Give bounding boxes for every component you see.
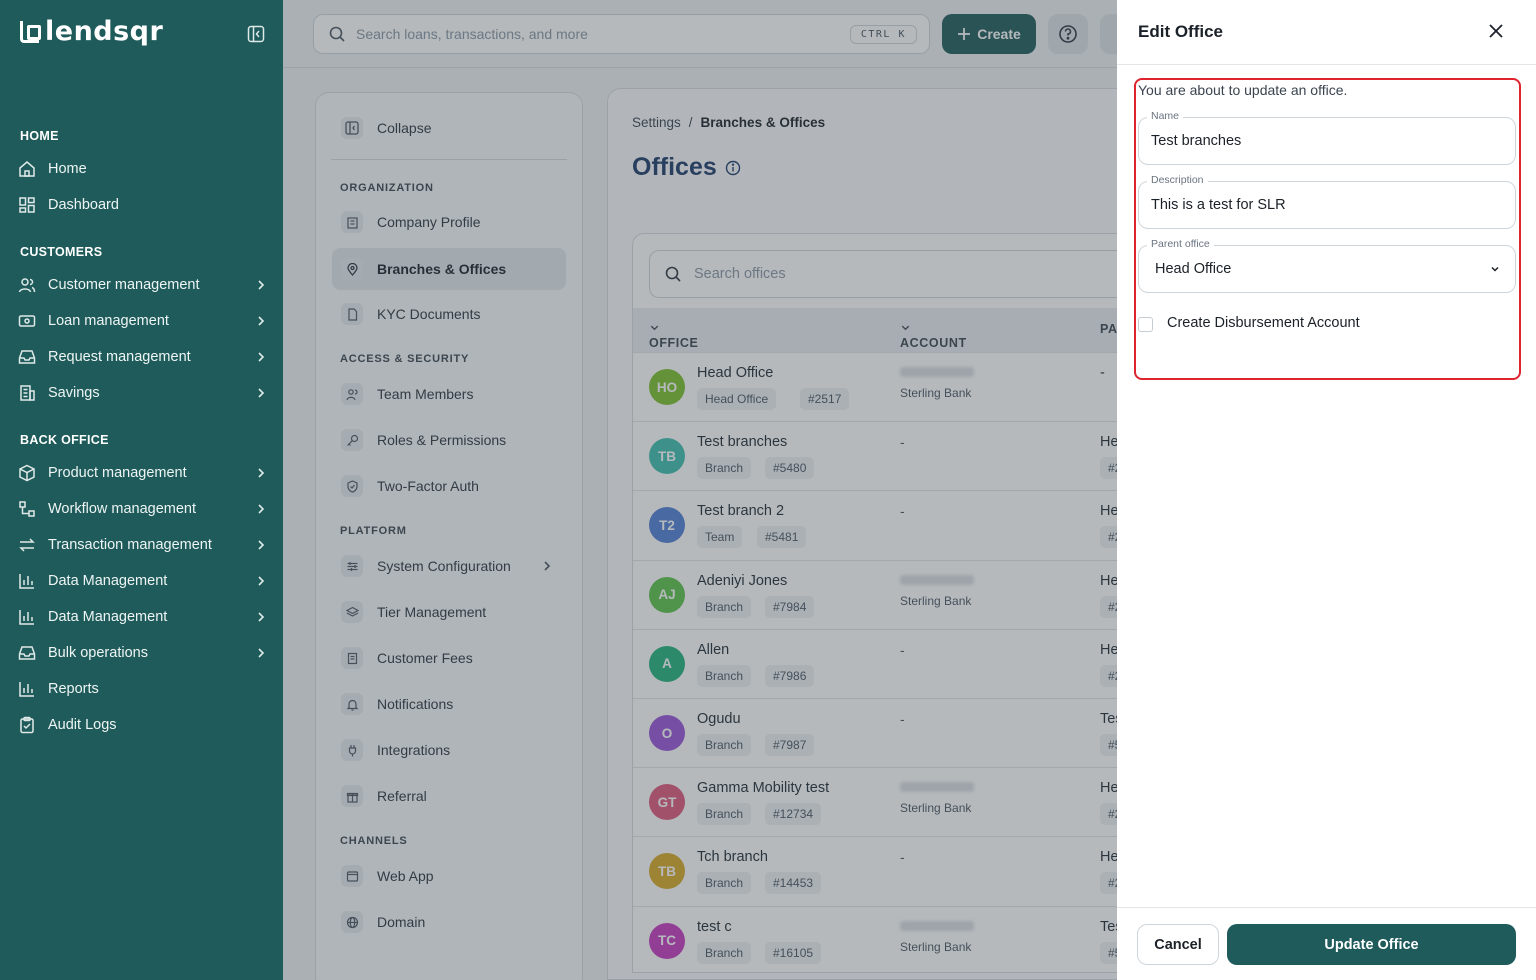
chevron-right-icon: [258, 504, 265, 514]
sidebar-item-bulk-operations[interactable]: Bulk operations: [16, 638, 268, 668]
chevron-right-icon: [258, 352, 265, 362]
modal-backdrop[interactable]: [283, 0, 1117, 980]
brand-logo[interactable]: lendsqr: [20, 16, 163, 47]
sidebar-item-label: Data Management: [48, 609, 168, 625]
loan-icon: [16, 310, 38, 332]
sidebar-item-loan-management[interactable]: Loan management: [16, 306, 268, 336]
sidebar-item-request-management[interactable]: Request management: [16, 342, 268, 372]
name-field-value: Test branches: [1151, 133, 1242, 149]
sidebar-item-label: Request management: [48, 349, 191, 365]
savings-icon: [16, 382, 38, 404]
chart-icon: [16, 606, 38, 628]
chevron-right-icon: [258, 280, 265, 290]
drawer-intro-text: You are about to update an office.: [1138, 82, 1348, 98]
sidebar-item-label: Transaction management: [48, 537, 212, 553]
edit-office-drawer: Edit Office You are about to update an o…: [1117, 0, 1536, 980]
sidebar-item-label: Home: [48, 161, 87, 177]
chevron-right-icon: [258, 648, 265, 658]
inbox-icon: [16, 642, 38, 664]
sidebar-item-audit-logs[interactable]: Audit Logs: [16, 710, 268, 740]
description-field-value: This is a test for SLR: [1151, 197, 1286, 213]
chevron-right-icon: [258, 612, 265, 622]
section-home: HOME: [20, 129, 59, 143]
section-customers: CUSTOMERS: [20, 245, 103, 259]
sidebar-item-transaction-management[interactable]: Transaction management: [16, 530, 268, 560]
sidebar-item-data-management[interactable]: Data Management: [16, 566, 268, 596]
sidebar-collapse-icon[interactable]: [247, 25, 265, 43]
disbursement-checkbox-label: Create Disbursement Account: [1167, 314, 1360, 331]
box-icon: [16, 462, 38, 484]
parent-office-value: Head Office: [1155, 261, 1232, 277]
workflow-icon: [16, 498, 38, 520]
chevron-right-icon: [258, 316, 265, 326]
parent-office-label: Parent office: [1147, 238, 1214, 250]
sidebar-item-product-management[interactable]: Product management: [16, 458, 268, 488]
sidebar-item-label: Bulk operations: [48, 645, 148, 661]
chevron-right-icon: [258, 468, 265, 478]
sidebar-item-label: Dashboard: [48, 197, 119, 213]
name-field-label: Name: [1147, 110, 1184, 122]
sidebar-item-label: Savings: [48, 385, 100, 401]
close-icon[interactable]: [1486, 21, 1506, 41]
clipboard-icon: [16, 714, 38, 736]
description-field[interactable]: Description This is a test for SLR: [1138, 174, 1516, 229]
brand-name: lendsqr: [45, 16, 164, 47]
sidebar-item-label: Workflow management: [48, 501, 197, 517]
disbursement-checkbox-row[interactable]: Create Disbursement Account: [1138, 313, 1360, 332]
drawer-header: Edit Office: [1117, 0, 1536, 65]
chart-icon: [16, 678, 38, 700]
sidebar-item-label: Data Management: [48, 573, 168, 589]
sidebar-item-reports[interactable]: Reports: [16, 674, 268, 704]
disbursement-checkbox[interactable]: [1138, 317, 1153, 332]
sidebar-item-data-management-2[interactable]: Data Management: [16, 602, 268, 632]
sidebar-item-label: Audit Logs: [48, 717, 117, 733]
sidebar-item-label: Product management: [48, 465, 187, 481]
name-field[interactable]: Name Test branches: [1138, 110, 1516, 165]
update-office-button[interactable]: Update Office: [1227, 924, 1516, 965]
sidebar-item-savings[interactable]: Savings: [16, 378, 268, 408]
cancel-button[interactable]: Cancel: [1137, 924, 1219, 965]
sidebar-item-home[interactable]: Home: [16, 154, 268, 184]
sidebar-item-label: Reports: [48, 681, 99, 697]
sidebar-item-workflow-management[interactable]: Workflow management: [16, 494, 268, 524]
description-field-label: Description: [1147, 174, 1208, 186]
chart-icon: [16, 570, 38, 592]
drawer-title: Edit Office: [1138, 22, 1224, 41]
drawer-footer: Cancel Update Office: [1117, 907, 1536, 980]
chevron-down-icon: [1491, 266, 1499, 272]
sidebar-item-label: Customer management: [48, 277, 200, 293]
dashboard-icon: [16, 194, 38, 216]
users-icon: [16, 274, 38, 296]
transfer-icon: [16, 534, 38, 556]
inbox-icon: [16, 346, 38, 368]
sidebar-item-label: Loan management: [48, 313, 169, 329]
chevron-right-icon: [258, 540, 265, 550]
sidebar: lendsqr HOME CUSTOMERS BACK OFFICE Home …: [0, 0, 283, 980]
sidebar-item-customer-management[interactable]: Customer management: [16, 270, 268, 300]
chevron-right-icon: [258, 388, 265, 398]
parent-office-select[interactable]: Parent office Head Office: [1138, 238, 1516, 293]
home-icon: [16, 158, 38, 180]
logo-mark-icon: [20, 20, 41, 43]
sidebar-item-dashboard[interactable]: Dashboard: [16, 190, 268, 220]
section-back-office: BACK OFFICE: [20, 433, 109, 447]
chevron-right-icon: [258, 576, 265, 586]
